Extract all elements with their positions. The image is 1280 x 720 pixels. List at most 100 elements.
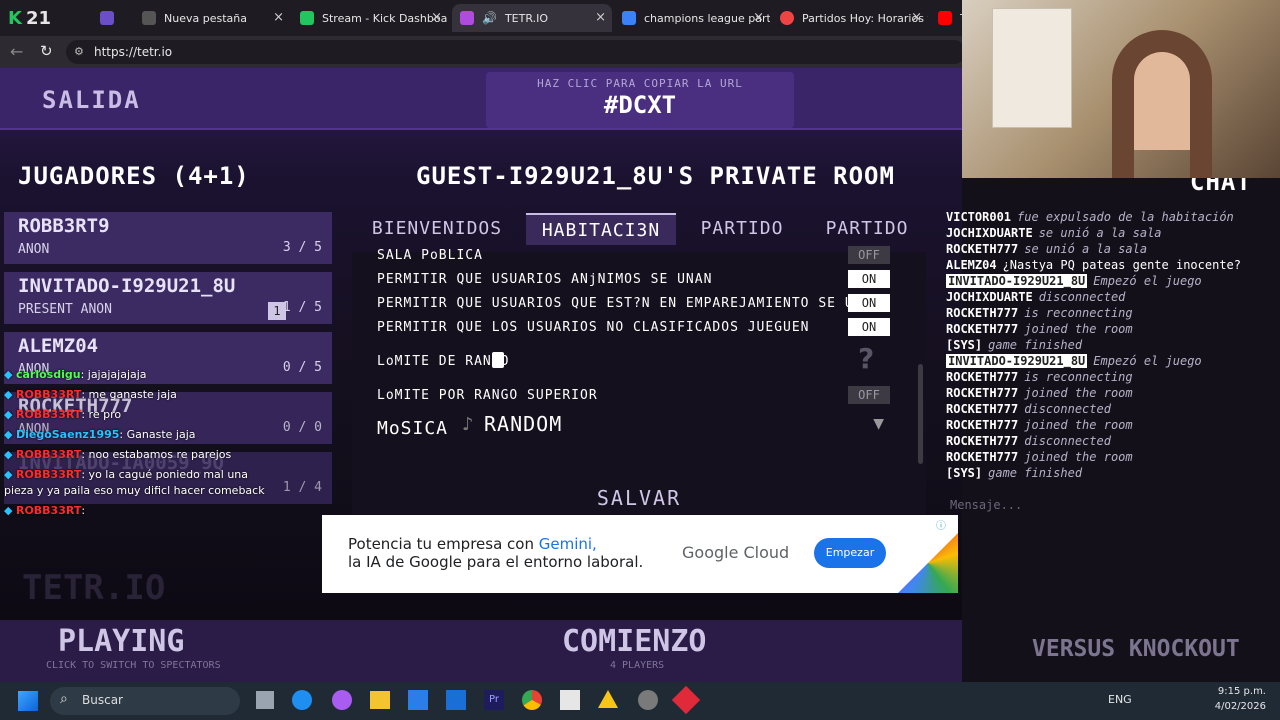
edge-icon[interactable] [292, 690, 312, 710]
close-icon[interactable]: × [431, 10, 442, 25]
tab-partido[interactable]: PARTIDO [682, 213, 802, 245]
windows-start-icon[interactable] [18, 691, 38, 711]
close-icon[interactable]: × [595, 10, 606, 25]
chrome-icon[interactable] [522, 690, 542, 710]
stream-chat-user: ROBB33RT [15, 388, 82, 401]
chat-text: se unió a la sala [1024, 242, 1148, 256]
clock-time[interactable]: 9:15 p.m. [1206, 686, 1266, 697]
copilot-icon[interactable] [332, 690, 352, 710]
site-info-icon[interactable]: ⚙ [74, 40, 84, 64]
chat-message: ROCKETH777 is reconnecting [946, 306, 1133, 320]
stream-chat-message: ◆ ROBB33RT: re pro [4, 408, 121, 421]
outlook-icon[interactable] [446, 690, 466, 710]
stream-chat-message: ◆ DiegoSaenz1995: Ganaste jaja [4, 428, 196, 441]
player-card[interactable]: INVITADO-I929U21_8U PRESENT ANON 1 1 / 5 [4, 272, 332, 324]
toggle-switch[interactable]: OFF [848, 386, 890, 404]
toggle-switch[interactable]: ON [848, 318, 890, 336]
toggle-switch[interactable]: ON [848, 294, 890, 312]
chat-input[interactable]: Mensaje... [950, 498, 1270, 512]
chat-text: Empezó el juego [1093, 354, 1202, 368]
chat-username[interactable]: ROCKETH777 [946, 402, 1018, 416]
chat-username[interactable]: ALEMZ04 [946, 258, 997, 272]
chat-text: disconnected [1024, 402, 1111, 416]
url-field[interactable]: ⚙ https://tetr.io [66, 40, 966, 64]
chat-username[interactable]: INVITADO-I929U21_8U [946, 274, 1088, 288]
chat-username[interactable]: [SYS] [946, 466, 982, 480]
reload-icon[interactable]: ↻ [40, 42, 53, 60]
ad-line2: la IA de Google para el entorno laboral. [348, 553, 644, 571]
youtube-icon [938, 11, 952, 25]
chat-message: ROCKETH777 joined the room [946, 386, 1133, 400]
chat-text: joined the room [1024, 322, 1133, 336]
chat-message: VICTOR001 fue expulsado de la habitación [946, 210, 1234, 224]
toggle-switch[interactable]: ON [848, 270, 890, 288]
tab-partido-2[interactable]: PARTIDO [808, 213, 926, 245]
rank-limit-indicator[interactable] [492, 352, 504, 368]
chat-username[interactable]: VICTOR001 [946, 210, 1011, 224]
back-icon[interactable]: ← [10, 42, 23, 61]
language-indicator[interactable]: ENG [1108, 693, 1132, 706]
chat-username[interactable]: ROCKETH777 [946, 418, 1018, 432]
tab-partidos[interactable]: Partidos Hoy: Horarios y × [772, 4, 928, 32]
chat-username[interactable]: ROCKETH777 [946, 386, 1018, 400]
player-card[interactable]: ROBB3RT9 ANON 3 / 5 [4, 212, 332, 264]
premiere-icon[interactable]: Pr [484, 690, 504, 710]
room-code-button[interactable]: HAZ CLIC PARA COPIAR LA URL #DCXT [486, 72, 794, 128]
chat-username[interactable]: ROCKETH777 [946, 242, 1018, 256]
tab-kick[interactable]: K 21 [0, 4, 68, 32]
chat-username[interactable]: ROCKETH777 [946, 370, 1018, 384]
ad-info-icon[interactable]: ⓘ [936, 517, 946, 532]
chat-username[interactable]: [SYS] [946, 338, 982, 352]
chat-username[interactable]: ROCKETH777 [946, 322, 1018, 336]
option-label: PERMITIR QUE USUARIOS ANjNIMOS SE UNAN [377, 272, 713, 287]
stream-chat-user: ROBB33RT [15, 448, 82, 461]
chat-message: ROCKETH777 is reconnecting [946, 370, 1133, 384]
toggle-switch[interactable]: OFF [848, 246, 890, 264]
start-sub: 4 PLAYERS [610, 660, 665, 671]
tab-new[interactable]: Nueva pestaña × [134, 4, 290, 32]
obs-icon[interactable] [638, 690, 658, 710]
save-button[interactable]: SALVAR [352, 486, 926, 510]
tab-tetrio[interactable]: 🔊 TETR.IO × [452, 4, 612, 32]
file-explorer-icon[interactable] [370, 691, 390, 709]
tab-kick-dashboard[interactable]: Stream - Kick Dashboard × [292, 4, 448, 32]
chat-username[interactable]: INVITADO-I929U21_8U [946, 354, 1088, 368]
app-icon[interactable] [671, 685, 701, 715]
help-icon[interactable]: ? [858, 342, 874, 375]
chat-username[interactable]: ROCKETH777 [946, 434, 1018, 448]
capcut-icon[interactable] [560, 690, 580, 710]
playing-button[interactable]: PLAYING [58, 624, 184, 659]
close-icon[interactable]: × [273, 10, 284, 25]
taskbar-search[interactable]: ⌕ Buscar [50, 687, 240, 715]
close-icon[interactable]: × [753, 10, 764, 25]
chat-badge-icon: ◆ [4, 428, 16, 441]
chat-message: ROCKETH777 disconnected [946, 434, 1111, 448]
chat-username[interactable]: ROCKETH777 [946, 306, 1018, 320]
chat-username[interactable]: ROCKETH777 [946, 450, 1018, 464]
chat-text: is reconnecting [1024, 370, 1133, 384]
tab-habitacion[interactable]: HABITACI3N [526, 213, 676, 245]
start-button[interactable]: COMIENZO [562, 624, 707, 659]
tab-bienvenidos[interactable]: BIENVENIDOS [352, 213, 522, 245]
stream-chat-message: ◆ ROBB33RT: [4, 504, 85, 517]
tab-champions[interactable]: champions league parti × [614, 4, 770, 32]
vlc-icon[interactable] [598, 690, 618, 708]
chat-username[interactable]: JOCHIXDUARTE [946, 226, 1033, 240]
stream-chat-message: ◆ ROBB33RT: yo la cagué poniedo mal una [4, 468, 248, 481]
tetrio-logo: TETR.IO [22, 568, 166, 608]
ad-banner[interactable]: Potencia tu empresa con Gemini, la IA de… [322, 515, 958, 593]
close-icon[interactable]: × [911, 10, 922, 25]
store-icon[interactable] [408, 690, 428, 710]
stream-chat-user: ROBB33RT [15, 504, 82, 517]
clock-date[interactable]: 4/02/2026 [1206, 701, 1266, 712]
scrollbar[interactable] [918, 364, 923, 464]
chat-username[interactable]: JOCHIXDUARTE [946, 290, 1033, 304]
ad-cta-button[interactable]: Empezar [814, 538, 886, 568]
tab-twitch[interactable] [92, 4, 132, 32]
chevron-down-icon: ▼ [873, 416, 884, 432]
task-view-icon[interactable] [256, 691, 274, 709]
room-title: GUEST-I929U21_8U'S PRIVATE ROOM [416, 162, 895, 190]
exit-button[interactable]: SALIDA [42, 86, 141, 114]
playing-sub: CLICK TO SWITCH TO SPECTATORS [46, 660, 221, 671]
music-select[interactable]: ♪ RANDOM ▼ [462, 412, 892, 440]
